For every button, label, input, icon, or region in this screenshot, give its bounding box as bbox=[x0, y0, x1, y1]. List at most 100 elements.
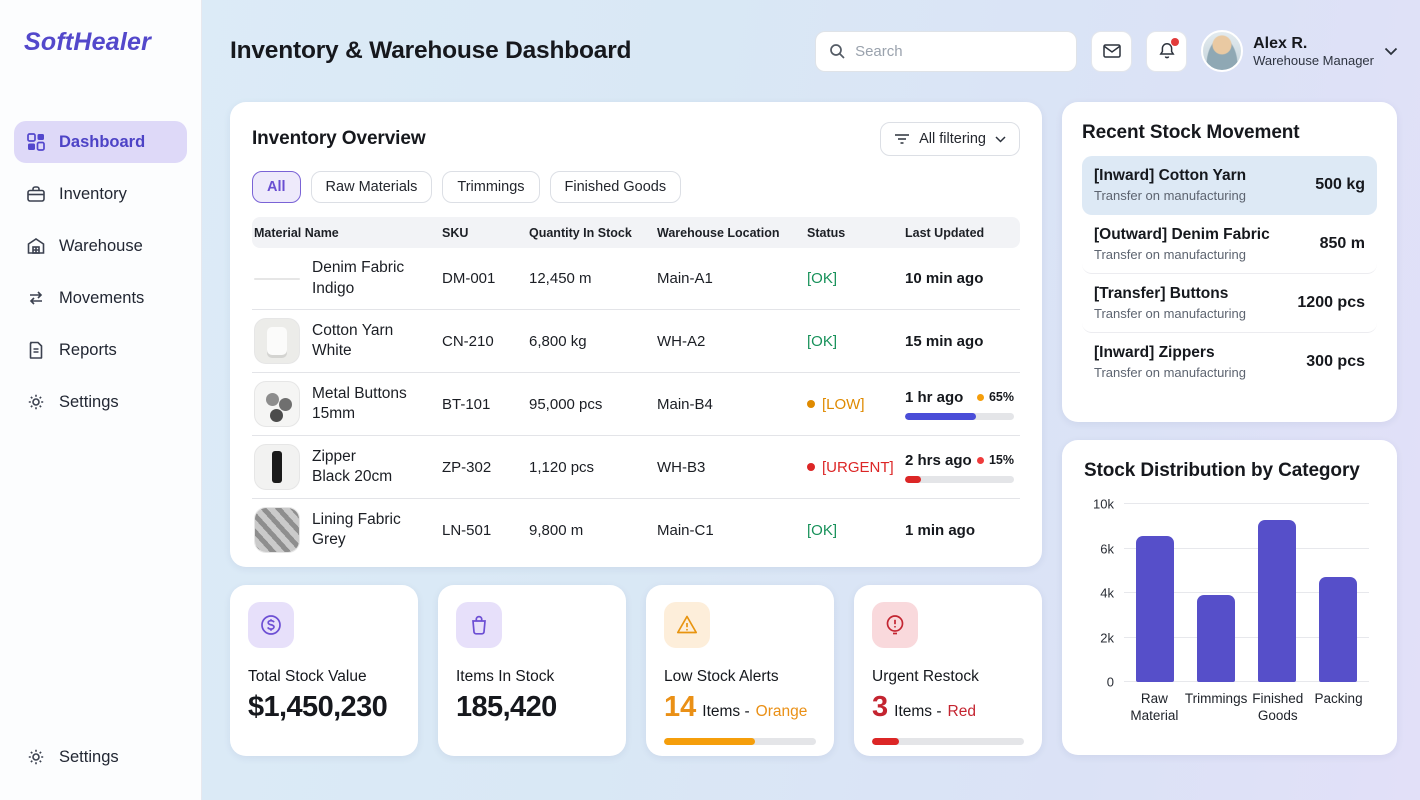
movement-item[interactable]: [Inward] Cotton Yarn Transfer on manufac… bbox=[1082, 156, 1377, 215]
shopping-bag-icon bbox=[456, 602, 502, 648]
search-box[interactable] bbox=[815, 31, 1077, 72]
y-tick-label: 6k bbox=[1084, 541, 1114, 556]
gear-icon bbox=[26, 747, 46, 767]
sidebar-item-settings[interactable]: Settings bbox=[14, 381, 187, 423]
quantity-cell: 95,000 pcs bbox=[529, 396, 657, 413]
location-cell: Main-B4 bbox=[657, 396, 807, 413]
search-input[interactable] bbox=[855, 43, 1064, 60]
sidebar-item-label: Movements bbox=[59, 289, 144, 308]
chart-bars bbox=[1124, 504, 1369, 682]
card-label: Items In Stock bbox=[456, 668, 608, 686]
card-value: 14 Items - Orange bbox=[664, 691, 816, 724]
material-name: Denim Fabric Indigo bbox=[312, 258, 404, 298]
sku-cell: DM-001 bbox=[442, 270, 529, 287]
filter-chip[interactable]: Finished Goods bbox=[550, 171, 682, 203]
sku-cell: BT-101 bbox=[442, 396, 529, 413]
search-icon bbox=[828, 42, 846, 60]
last-updated-cell: 1 hr ago 65% bbox=[905, 389, 1018, 420]
warehouse-icon bbox=[26, 236, 46, 256]
table-header-row: Material NameSKUQuantity In StockWarehou… bbox=[252, 217, 1020, 248]
items-in-stock-card: Items In Stock 185,420 bbox=[438, 585, 626, 756]
recent-stock-movement-title: Recent Stock Movement bbox=[1082, 122, 1377, 144]
sidebar-item-dashboard[interactable]: Dashboard bbox=[14, 121, 187, 163]
filter-chip[interactable]: Raw Materials bbox=[311, 171, 433, 203]
location-cell: Main-A1 bbox=[657, 270, 807, 287]
table-row[interactable]: Denim Fabric Indigo DM-001 12,450 m Main… bbox=[252, 248, 1020, 310]
stock-progress-bar bbox=[905, 413, 1014, 420]
y-tick-label: 4k bbox=[1084, 586, 1114, 601]
movement-item[interactable]: [Outward] Denim Fabric Transfer on manuf… bbox=[1082, 215, 1377, 274]
filter-icon bbox=[894, 132, 910, 146]
low-stock-alerts-card: Low Stock Alerts 14 Items - Orange bbox=[646, 585, 834, 756]
percent-dot bbox=[977, 457, 984, 464]
movement-item[interactable]: [Inward] Zippers Transfer on manufacturi… bbox=[1082, 333, 1377, 391]
last-updated-cell: 15 min ago bbox=[905, 333, 1018, 350]
material-thumbnail bbox=[254, 278, 300, 280]
notifications-button[interactable] bbox=[1146, 31, 1187, 72]
quantity-cell: 1,120 pcs bbox=[529, 459, 657, 476]
sidebar-item-label: Warehouse bbox=[59, 237, 143, 256]
chart-bar bbox=[1197, 595, 1235, 682]
table-row[interactable]: Metal Buttons 15mm BT-101 95,000 pcs Mai… bbox=[252, 373, 1020, 436]
user-menu[interactable]: Alex R. Warehouse Manager bbox=[1201, 30, 1398, 72]
y-tick-label: 10k bbox=[1084, 497, 1114, 512]
table-row[interactable]: Zipper Black 20cm ZP-302 1,120 pcs WH-B3… bbox=[252, 436, 1020, 499]
material-thumbnail bbox=[254, 507, 300, 553]
filter-chip[interactable]: All bbox=[252, 171, 301, 203]
filter-chip[interactable]: Trimmings bbox=[442, 171, 539, 203]
main-area: Inventory & Warehouse Dashboard bbox=[202, 0, 1420, 800]
chart-bar bbox=[1136, 536, 1174, 682]
mail-icon bbox=[1102, 41, 1122, 61]
brand-logo: SoftHealer bbox=[14, 28, 187, 57]
status-badge: [OK] bbox=[807, 270, 905, 287]
status-dot bbox=[807, 400, 815, 408]
sku-cell: ZP-302 bbox=[442, 459, 529, 476]
movement-title: [Inward] Cotton Yarn bbox=[1094, 167, 1246, 185]
document-icon bbox=[26, 340, 46, 360]
stock-distribution-panel: Stock Distribution by Category 10k 6k bbox=[1062, 440, 1397, 755]
notification-badge bbox=[1171, 38, 1179, 46]
movement-subtitle: Transfer on manufacturing bbox=[1094, 306, 1246, 321]
material-thumbnail bbox=[254, 381, 300, 427]
table-row[interactable]: Cotton Yarn White CN-210 6,800 kg WH-A2 … bbox=[252, 310, 1020, 373]
sidebar-item-warehouse[interactable]: Warehouse bbox=[14, 225, 187, 267]
movement-quantity: 500 kg bbox=[1315, 176, 1365, 194]
y-tick-label: 2k bbox=[1084, 630, 1114, 645]
last-updated-cell: 1 min ago bbox=[905, 522, 1018, 539]
user-name: Alex R. bbox=[1253, 34, 1374, 53]
sidebar-item-label: Settings bbox=[59, 393, 119, 412]
mail-button[interactable] bbox=[1091, 31, 1132, 72]
column-header: SKU bbox=[442, 226, 529, 240]
x-axis-label: Raw Material bbox=[1124, 691, 1185, 725]
status-badge: [LOW] bbox=[807, 396, 905, 413]
percent-dot bbox=[977, 394, 984, 401]
alert-circle-icon bbox=[872, 602, 918, 648]
status-badge: [OK] bbox=[807, 522, 905, 539]
material-name: Zipper Black 20cm bbox=[312, 447, 392, 487]
table-row[interactable]: Lining Fabric Grey LN-501 9,800 m Main-C… bbox=[252, 499, 1020, 561]
sidebar-footer-settings[interactable]: Settings bbox=[14, 736, 187, 778]
status-dot bbox=[807, 463, 815, 471]
stock-progress-bar bbox=[905, 476, 1014, 483]
card-value: 3 Items - Red bbox=[872, 691, 1024, 724]
y-tick-label: 0 bbox=[1084, 675, 1114, 690]
movement-item[interactable]: [Transfer] Buttons Transfer on manufactu… bbox=[1082, 274, 1377, 333]
chart-bar bbox=[1319, 577, 1357, 682]
card-label: Urgent Restock bbox=[872, 668, 1024, 686]
stock-percent: 65% bbox=[977, 390, 1014, 404]
chart-x-labels: Raw MaterialTrimmingsFinished GoodsPacki… bbox=[1124, 691, 1369, 725]
low-stock-progress-bar bbox=[664, 738, 816, 745]
inventory-overview-title: Inventory Overview bbox=[252, 128, 426, 150]
chart-bar bbox=[1258, 520, 1296, 682]
sidebar-item-label: Dashboard bbox=[59, 133, 145, 152]
stock-distribution-title: Stock Distribution by Category bbox=[1084, 460, 1375, 482]
material-thumbnail bbox=[254, 444, 300, 490]
chevron-down-icon bbox=[1384, 47, 1398, 56]
sidebar-item-reports[interactable]: Reports bbox=[14, 329, 187, 371]
x-axis-label: Packing bbox=[1308, 691, 1369, 725]
sidebar-item-movements[interactable]: Movements bbox=[14, 277, 187, 319]
material-name: Lining Fabric Grey bbox=[312, 510, 401, 550]
transfer-arrows-icon bbox=[26, 288, 46, 308]
filter-dropdown-button[interactable]: All filtering bbox=[880, 122, 1020, 156]
sidebar-item-inventory[interactable]: Inventory bbox=[14, 173, 187, 215]
